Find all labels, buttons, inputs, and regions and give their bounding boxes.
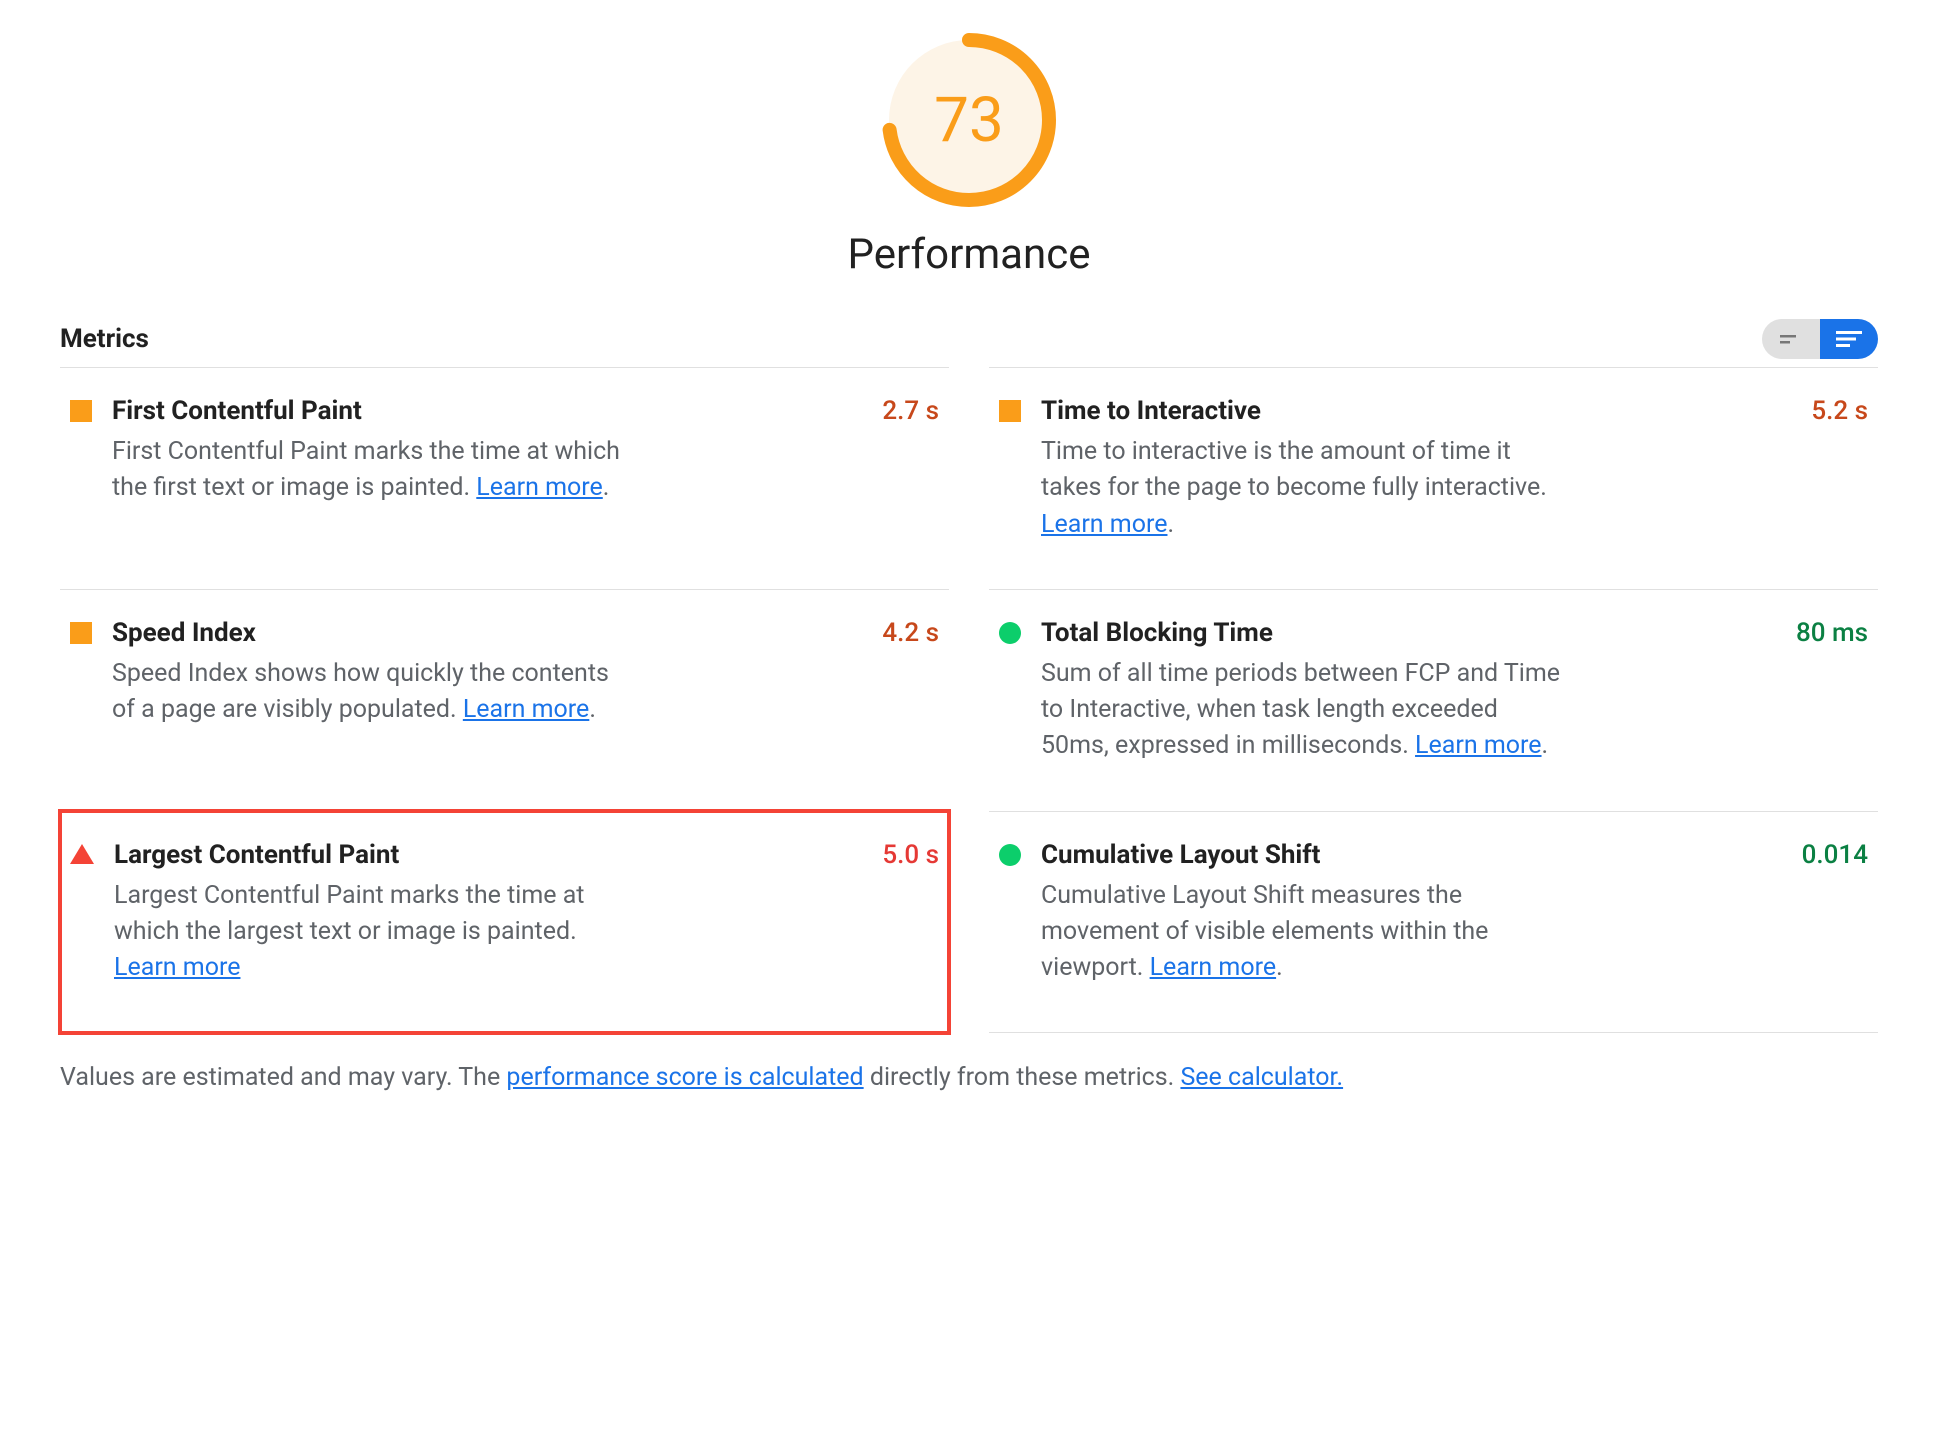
metric-desc-suffix: . xyxy=(1276,953,1283,982)
metric-title: Total Blocking Time xyxy=(1041,618,1780,648)
metrics-grid: First Contentful Paint First Contentful P… xyxy=(60,367,1878,1033)
metric-value: 0.014 xyxy=(1802,840,1868,870)
metric-desc-suffix: . xyxy=(1167,510,1174,539)
metric-description: Sum of all time periods between FCP and … xyxy=(1041,656,1561,765)
learn-more-link[interactable]: Learn more xyxy=(1041,510,1167,539)
learn-more-link[interactable]: Learn more xyxy=(114,953,240,982)
metric-value: 5.0 s xyxy=(882,840,939,870)
metric-desc-text: Time to interactive is the amount of tim… xyxy=(1041,437,1547,502)
metric-description: Time to interactive is the amount of tim… xyxy=(1041,434,1561,543)
metric-row: Cumulative Layout Shift Cumulative Layout… xyxy=(989,811,1878,1034)
metric-description: Cumulative Layout Shift measures the mov… xyxy=(1041,878,1561,987)
metric-desc-suffix: . xyxy=(1542,731,1549,760)
metric-body: Cumulative Layout Shift Cumulative Layout… xyxy=(1041,840,1786,987)
metric-row: Total Blocking Time Sum of all time perio… xyxy=(989,589,1878,811)
view-toggle xyxy=(1762,319,1878,359)
metric-title: Largest Contentful Paint xyxy=(114,840,866,870)
footnote: Values are estimated and may vary. The p… xyxy=(60,1063,1878,1092)
collapsed-view-icon xyxy=(1780,332,1802,346)
metric-desc-text: Largest Contentful Paint marks the time … xyxy=(114,881,584,946)
learn-more-link[interactable]: Learn more xyxy=(1415,731,1541,760)
metric-title: Time to Interactive xyxy=(1041,396,1795,426)
toggle-expanded-button[interactable] xyxy=(1820,319,1878,359)
status-square-icon xyxy=(999,400,1021,422)
learn-more-link[interactable]: Learn more xyxy=(463,695,589,724)
metric-body: Largest Contentful Paint Largest Contentf… xyxy=(114,840,866,987)
toggle-collapsed-button[interactable] xyxy=(1762,319,1820,359)
see-calculator-link[interactable]: See calculator. xyxy=(1180,1063,1343,1092)
metric-value: 4.2 s xyxy=(882,618,939,648)
metric-description: Largest Contentful Paint marks the time … xyxy=(114,878,634,987)
footnote-text: Values are estimated and may vary. The xyxy=(60,1063,506,1092)
expanded-view-icon xyxy=(1836,330,1862,348)
status-circle-icon xyxy=(999,622,1021,644)
metrics-label: Metrics xyxy=(60,324,149,354)
metric-row: Speed Index Speed Index shows how quickly… xyxy=(60,589,949,811)
score-gauge: 73 xyxy=(879,30,1059,210)
metric-description: Speed Index shows how quickly the conten… xyxy=(112,656,632,729)
metric-title: First Contentful Paint xyxy=(112,396,866,426)
learn-more-link[interactable]: Learn more xyxy=(476,473,602,502)
status-square-icon xyxy=(70,400,92,422)
status-circle-icon xyxy=(999,844,1021,866)
metric-row: Largest Contentful Paint Largest Contentf… xyxy=(60,811,949,1034)
metric-body: Time to Interactive Time to interactive i… xyxy=(1041,396,1795,543)
metric-desc-suffix: . xyxy=(589,695,596,724)
metric-row: First Contentful Paint First Contentful P… xyxy=(60,367,949,589)
metric-description: First Contentful Paint marks the time at… xyxy=(112,434,632,507)
metric-value: 80 ms xyxy=(1796,618,1868,648)
metric-value: 2.7 s xyxy=(882,396,939,426)
metric-desc-suffix: . xyxy=(603,473,610,502)
score-value: 73 xyxy=(879,30,1059,210)
learn-more-link[interactable]: Learn more xyxy=(1150,953,1276,982)
metric-body: First Contentful Paint First Contentful P… xyxy=(112,396,866,507)
metric-row: Time to Interactive Time to interactive i… xyxy=(989,367,1878,589)
performance-score-link[interactable]: performance score is calculated xyxy=(506,1063,863,1092)
metric-title: Cumulative Layout Shift xyxy=(1041,840,1786,870)
status-square-icon xyxy=(70,622,92,644)
metric-body: Speed Index Speed Index shows how quickly… xyxy=(112,618,866,729)
status-triangle-icon xyxy=(70,844,94,864)
footnote-text: directly from these metrics. xyxy=(864,1063,1181,1092)
metric-body: Total Blocking Time Sum of all time perio… xyxy=(1041,618,1780,765)
performance-header: 73 Performance xyxy=(60,30,1878,279)
metric-value: 5.2 s xyxy=(1811,396,1868,426)
category-title: Performance xyxy=(848,230,1091,279)
metric-title: Speed Index xyxy=(112,618,866,648)
metrics-header: Metrics xyxy=(60,319,1878,359)
